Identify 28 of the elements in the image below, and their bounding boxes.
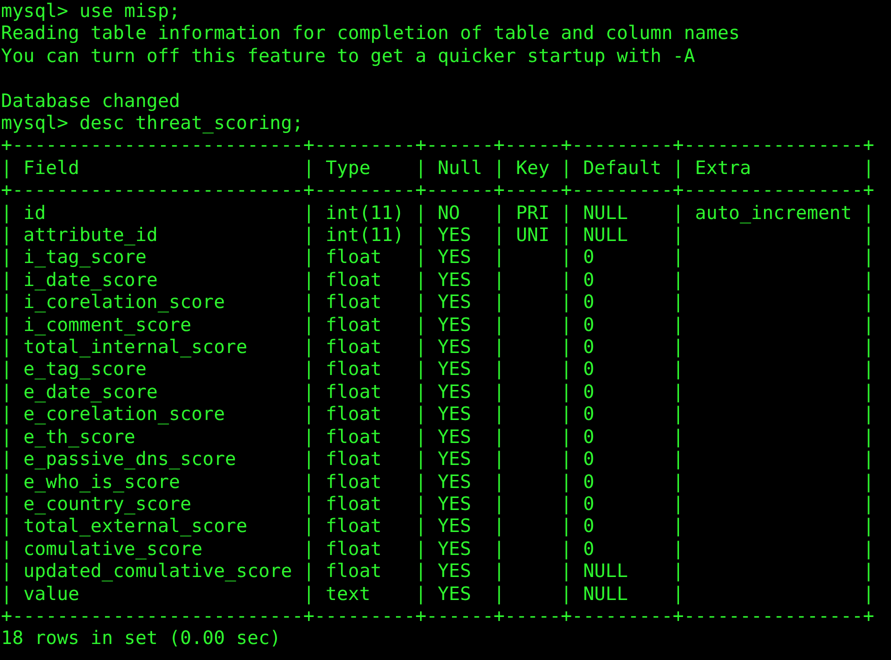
terminal-line: | attribute_id | int(11) | YES | UNI | NULL | |: [1, 225, 874, 248]
terminal-line: | e_corelation_score | float | YES | | 0 | |: [1, 404, 874, 427]
terminal-line: +--------------------------+---------+------+-----+---------+----------------+: [1, 606, 874, 628]
terminal-line: | total_internal_score | float | YES | | 0 | |: [1, 337, 874, 360]
terminal-line: | e_tag_score | float | YES | | 0 | |: [1, 359, 874, 382]
terminal-line: 18 rows in set (0.00 sec): [1, 628, 281, 651]
terminal-line: | updated_comulative_score | float | YES | | NULL | |: [1, 561, 874, 584]
terminal-line: | i_corelation_score | float | YES | | 0 | |: [1, 292, 874, 315]
terminal-line: mysql> use misp;: [1, 1, 180, 24]
terminal-line: | e_date_score | float | YES | | 0 | |: [1, 382, 874, 404]
terminal-line: | e_passive_dns_score | float | YES | | 0 | |: [1, 449, 874, 472]
terminal-line: | total_external_score | float | YES | | 0 | |: [1, 516, 874, 539]
terminal-line: | e_who_is_score | float | YES | | 0 | |: [1, 472, 874, 494]
terminal-line: mysql> desc threat_scoring;: [1, 113, 304, 136]
terminal-line: | id | int(11) | NO | PRI | NULL | auto_increment |: [1, 202, 874, 226]
terminal-line: +--------------------------+---------+------+-----+---------+----------------+: [1, 135, 874, 158]
terminal-line: Database changed: [1, 90, 180, 114]
terminal-line: You can turn off this feature to get a quicker startup with -A: [1, 46, 696, 68]
terminal-line: Reading table information for completion of table and column names: [1, 23, 740, 46]
terminal-line: | comulative_score | float | YES | | 0 | |: [1, 538, 874, 562]
terminal-line: | Field | Type | Null | Key | Default | Extra |: [1, 158, 874, 180]
terminal-line: +--------------------------+---------+------+-----+---------+----------------+: [1, 180, 874, 203]
terminal-line: | i_comment_score | float | YES | | 0 | |: [1, 314, 874, 338]
terminal-line: | i_tag_score | float | YES | | 0 | |: [1, 247, 874, 270]
terminal-line: | i_date_score | float | YES | | 0 | |: [1, 270, 874, 292]
terminal-line: | e_country_score | float | YES | | 0 | |: [1, 494, 874, 516]
terminal-line: | e_th_score | float | YES | | 0 | |: [1, 426, 874, 450]
terminal-line: | value | text | YES | | NULL | |: [1, 584, 874, 606]
